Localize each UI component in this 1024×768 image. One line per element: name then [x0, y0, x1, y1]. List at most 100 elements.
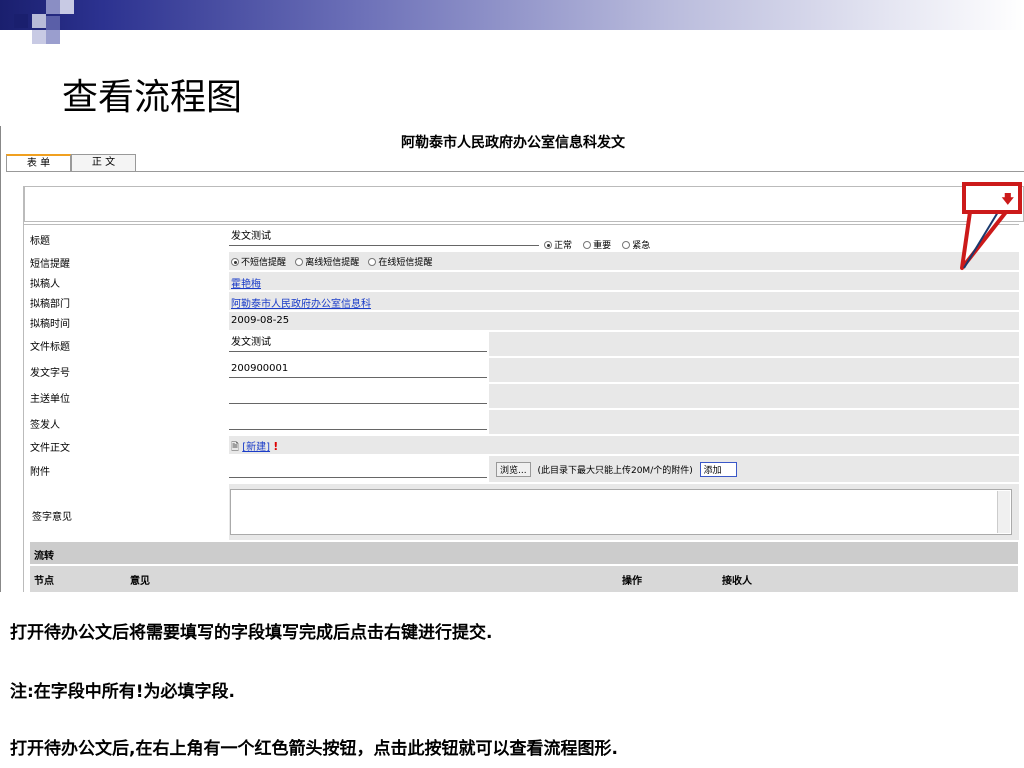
label-sms: 短信提醒: [30, 259, 70, 270]
label-drafter: 拟稿人: [30, 279, 60, 290]
row-body: 文件正文 🗎 [新建] !: [24, 436, 1019, 455]
decor-square: [46, 0, 60, 14]
required-mark: !: [273, 440, 279, 453]
decor-square: [32, 30, 46, 44]
col-receiver: 接收人: [722, 576, 752, 587]
textarea-scrollbar[interactable]: [997, 491, 1010, 533]
note-submit: 打开待办公文后将需要填写的字段填写完成后点击右键进行提交.: [10, 623, 493, 643]
row-main-unit: 主送单位: [24, 384, 1019, 409]
callout-pointer: [960, 210, 1008, 270]
form-toolbar: [24, 186, 1024, 222]
row-dept: 拟稿部门 阿勒泰市人民政府办公室信息科: [24, 292, 1019, 311]
priority-group: 正常 重要 紧急: [544, 233, 656, 252]
time-value: 2009-08-25: [231, 315, 290, 326]
priority-normal-label: 正常: [554, 241, 573, 251]
form-panel: 标题 发文测试 正常 重要 紧急 短信提醒 不短信提醒 离线短信提醒 在线短信提…: [23, 186, 1024, 592]
title-input[interactable]: 发文测试: [229, 228, 539, 246]
row-sms: 短信提醒 不短信提醒 离线短信提醒 在线短信提醒: [24, 252, 1019, 271]
label-signer: 签发人: [30, 420, 60, 431]
label-main-unit: 主送单位: [30, 394, 70, 405]
sms-none-label: 不短信提醒: [241, 258, 287, 268]
label-time: 拟稿时间: [30, 319, 70, 330]
radio-icon: [622, 241, 631, 249]
flowchart-button-highlight: 🡇: [962, 182, 1022, 214]
label-title: 标题: [30, 236, 50, 247]
radio-icon: [368, 258, 377, 266]
main-unit-input[interactable]: [229, 386, 487, 404]
col-action: 操作: [622, 576, 642, 587]
sms-online[interactable]: 在线短信提醒: [368, 258, 432, 268]
dept-link[interactable]: 阿勒泰市人民政府办公室信息科: [231, 295, 371, 310]
flow-section-header: 流转: [30, 542, 1018, 564]
row-title: 标题 发文测试 正常 重要 紧急: [24, 224, 1019, 252]
tab-label: 正 文: [91, 157, 116, 168]
new-body-link[interactable]: [新建]: [242, 442, 270, 453]
radio-icon: [231, 258, 239, 266]
priority-important-label: 重要: [593, 241, 612, 251]
priority-urgent[interactable]: 紧急: [622, 241, 650, 251]
col-node: 节点: [34, 576, 54, 587]
label-file-title: 文件标题: [30, 342, 70, 353]
row-signer: 签发人: [24, 410, 1019, 435]
signer-input[interactable]: [229, 412, 487, 430]
document-title: 阿勒泰市人民政府办公室信息科发文: [401, 135, 625, 151]
browse-button[interactable]: 浏览...: [496, 462, 531, 477]
attachment-path-input[interactable]: [229, 460, 487, 478]
priority-normal[interactable]: 正常: [544, 241, 572, 251]
row-drafter: 拟稿人 霍艳梅: [24, 272, 1019, 291]
note-flowchart: 打开待办公文后,在右上角有一个红色箭头按钮，点击此按钮就可以查看流程图形.: [10, 739, 618, 759]
value-bg: [229, 436, 1019, 454]
label-doc-no: 发文字号: [30, 368, 70, 379]
flow-section-label: 流转: [34, 551, 54, 562]
slide-title: 查看流程图: [62, 77, 243, 118]
tab-divider: [6, 171, 1024, 172]
drafter-link[interactable]: 霍艳梅: [231, 275, 261, 290]
row-time: 拟稿时间 2009-08-25: [24, 312, 1019, 331]
value-bg: [489, 332, 1019, 356]
tab-label: 表 单: [26, 158, 51, 169]
sms-offline-label: 离线短信提醒: [305, 258, 360, 268]
note-required: 注:在字段中所有!为必填字段.: [10, 682, 236, 702]
doc-no-input[interactable]: 200900001: [229, 360, 487, 378]
row-file-title: 文件标题 发文测试: [24, 332, 1019, 357]
decor-square: [60, 0, 74, 14]
tab-body-text[interactable]: 正 文: [71, 154, 136, 171]
radio-icon: [295, 258, 304, 266]
priority-urgent-label: 紧急: [632, 241, 651, 251]
decor-square: [14, 14, 28, 28]
sms-none[interactable]: 不短信提醒: [231, 258, 286, 268]
label-attachment: 附件: [30, 467, 50, 478]
radio-icon: [583, 241, 592, 249]
priority-important[interactable]: 重要: [583, 241, 611, 251]
decor-square: [46, 30, 60, 44]
document-icon: 🗎: [231, 442, 240, 453]
decor-square: [32, 14, 46, 28]
value-bg: [489, 410, 1019, 434]
red-down-arrow-icon[interactable]: 🡇: [1002, 190, 1014, 211]
decor-square: [46, 16, 60, 30]
value-bg: [489, 384, 1019, 408]
label-body: 文件正文: [30, 443, 70, 454]
attachment-hint: (此目录下最大只能上传20M/个的附件): [537, 466, 693, 476]
row-opinion: 签字意见: [24, 484, 1019, 541]
col-opinion: 意见: [130, 576, 150, 587]
value-bg: [229, 272, 1019, 290]
sms-offline[interactable]: 离线短信提醒: [295, 258, 359, 268]
slide-header-bar: [0, 0, 1024, 30]
app-window: 阿勒泰市人民政府办公室信息科发文 表 单 正 文 标题 发文测试 正常 重要 紧…: [0, 126, 1024, 592]
value-bg: [489, 358, 1019, 382]
opinion-textarea[interactable]: [230, 489, 1012, 535]
row-attachment: 附件 浏览... (此目录下最大只能上传20M/个的附件) 添加: [24, 456, 1019, 483]
label-dept: 拟稿部门: [30, 299, 70, 310]
file-title-input[interactable]: 发文测试: [229, 334, 487, 352]
add-attachment-button[interactable]: 添加: [699, 462, 737, 477]
sms-online-label: 在线短信提醒: [378, 258, 433, 268]
attachment-actions: 浏览... (此目录下最大只能上传20M/个的附件) 添加: [496, 462, 737, 477]
tab-form[interactable]: 表 单: [6, 154, 71, 172]
label-opinion: 签字意见: [32, 512, 72, 523]
sms-options: 不短信提醒 离线短信提醒 在线短信提醒: [231, 255, 438, 268]
value-bg: [229, 312, 1019, 330]
body-actions: 🗎 [新建] !: [231, 438, 278, 457]
radio-icon: [544, 241, 552, 249]
flow-table-header: 节点 意见 操作 接收人: [30, 566, 1018, 592]
